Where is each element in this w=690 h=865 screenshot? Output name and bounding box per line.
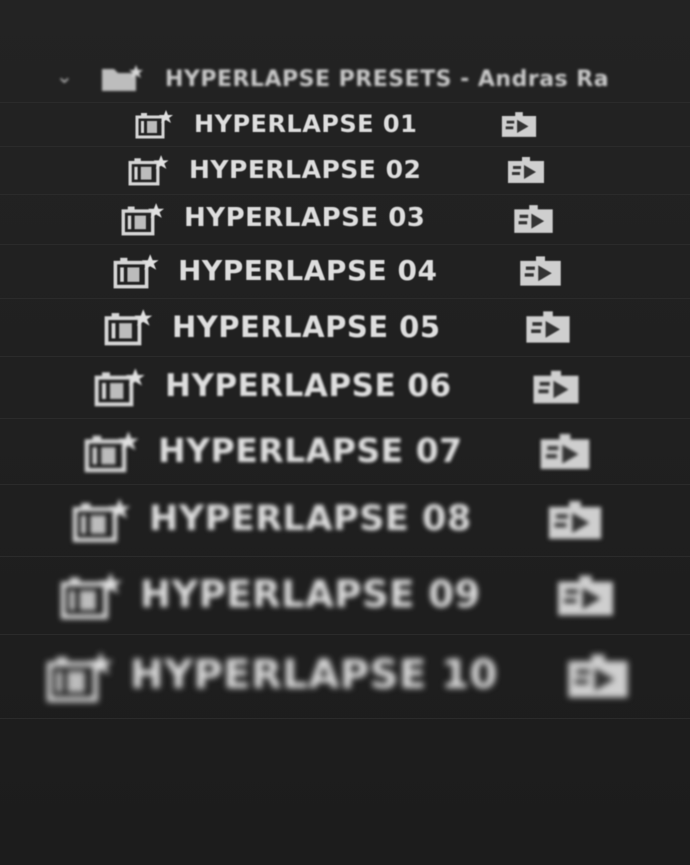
preset-sequence-star-icon [46,650,115,703]
sequence-icon [518,254,563,288]
list-item[interactable]: HYPERLAPSE 07 [0,418,690,485]
sequence-icon [546,498,604,542]
list-item[interactable]: HYPERLAPSE 05 [0,298,690,357]
bin-folder-icon [100,63,146,93]
sequence-icon [555,572,616,619]
list-item-label: HYPERLAPSE 09 [140,573,481,616]
preset-sequence-star-icon [72,497,132,543]
list-item-label: HYPERLAPSE 10 [130,652,498,698]
list-item[interactable]: HYPERLAPSE 04 [0,244,690,299]
preset-sequence-star-icon [60,571,124,620]
sequence-icon [500,110,538,139]
list-item[interactable]: HYPERLAPSE 06 [0,356,690,419]
list-item-label: HYPERLAPSE 08 [149,499,472,539]
bin-row[interactable]: ⌄ HYPERLAPSE PRESETS - Andras Ra [0,58,690,103]
bin-label: HYPERLAPSE PRESETS - Andras Ra [165,67,610,92]
sequence-icon [565,651,631,701]
preset-sequence-star-icon [128,154,170,186]
list-item-label: HYPERLAPSE 05 [172,310,441,344]
sequence-icon [512,203,555,235]
list-item[interactable]: HYPERLAPSE 01 [0,102,690,147]
list-item-label: HYPERLAPSE 07 [158,431,463,470]
sequence-icon [538,431,592,472]
list-item[interactable]: HYPERLAPSE 02 [0,146,690,195]
preset-sequence-star-icon [84,430,140,473]
sequence-icon [506,155,546,185]
list-item[interactable]: HYPERLAPSE 08 [0,484,690,557]
list-item-label: HYPERLAPSE 03 [184,203,426,233]
list-item[interactable]: HYPERLAPSE 09 [0,556,690,635]
list-item-label: HYPERLAPSE 02 [189,155,422,184]
list-item-label: HYPERLAPSE 04 [178,254,438,287]
preset-sequence-star-icon [121,202,165,236]
sequence-icon [531,368,581,406]
project-panel: ⌄ HYPERLAPSE PRESETS - Andras Ra HYPERLA… [0,0,690,865]
list-item-label: HYPERLAPSE 01 [194,110,418,138]
list-item[interactable]: HYPERLAPSE 10 [0,634,690,719]
preset-sequence-star-icon [104,308,153,346]
preset-sequence-star-icon [113,253,160,289]
sequence-icon [524,309,572,345]
list-item-label: HYPERLAPSE 06 [165,368,452,404]
chevron-down-icon[interactable]: ⌄ [56,64,73,88]
list-item[interactable]: HYPERLAPSE 03 [0,194,690,245]
preset-sequence-star-icon [94,367,146,407]
preset-sequence-star-icon [135,109,174,139]
